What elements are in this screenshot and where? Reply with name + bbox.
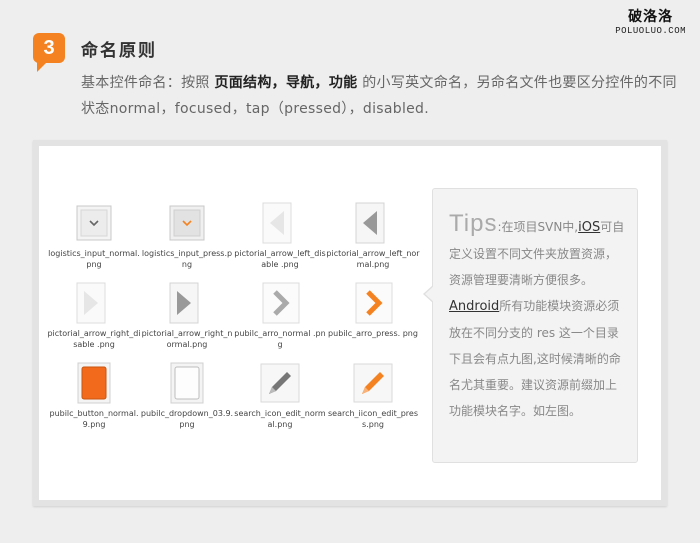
icon-caption: pictorial_arrow_left_disable .png bbox=[234, 249, 326, 269]
arrow-left-disabled-icon bbox=[262, 202, 292, 244]
icon-grid: logistics_input_normal.png logistics_inp… bbox=[47, 198, 425, 438]
pencil-orange-icon bbox=[353, 363, 393, 403]
dropdown-pressed-icon bbox=[169, 205, 205, 241]
arrow-right-normal-icon bbox=[169, 282, 199, 324]
section-number-badge: 3 bbox=[33, 33, 65, 72]
arrow-right-disabled-icon bbox=[76, 282, 106, 324]
tips-heading: Tips bbox=[449, 210, 498, 237]
arrow-left-normal-icon bbox=[355, 202, 385, 244]
android-link[interactable]: Android bbox=[449, 299, 499, 314]
desc-text-bold: 页面结构，导航，功能 bbox=[214, 75, 358, 91]
chevron-right-gray-icon bbox=[262, 282, 300, 324]
chevron-right-orange-icon bbox=[355, 282, 393, 324]
ios-link[interactable]: iOS bbox=[578, 220, 600, 235]
icon-caption: search_iicon_edit_press.png bbox=[327, 409, 419, 429]
icon-caption: pictorial_arrow_left_normal.png bbox=[326, 249, 420, 269]
icon-caption: pubilc_arro_press. png bbox=[328, 329, 418, 338]
watermark-cn: 破洛洛 bbox=[628, 9, 674, 25]
tips-text: Tips:在项目SVN中,iOS可自定义设置不同文件夹放置资源，资源管理要清晰方… bbox=[449, 211, 625, 424]
icon-caption: pubilc_arro_normal .png bbox=[234, 329, 326, 349]
dropdown-panel-icon bbox=[170, 362, 204, 404]
tips-callout: Tips:在项目SVN中,iOS可自定义设置不同文件夹放置资源，资源管理要清晰方… bbox=[423, 188, 638, 463]
icon-caption: logistics_input_press.png bbox=[141, 249, 233, 269]
section-description: 基本控件命名：按照 页面结构，导航，功能 的小写英文命名，另命名文件也要区分控件… bbox=[81, 70, 681, 122]
page: 破洛洛 POLUOLUO.COM 3 命名原则 基本控件命名：按照 页面结构，导… bbox=[0, 0, 700, 543]
pencil-gray-icon bbox=[260, 363, 300, 403]
watermark-logo: 破洛洛 POLUOLUO.COM bbox=[615, 6, 686, 36]
icon-caption: pubilc_dropdown_03.9.png bbox=[140, 409, 234, 429]
section-title: 命名原则 bbox=[81, 41, 157, 61]
watermark-en: POLUOLUO.COM bbox=[615, 26, 686, 36]
icon-caption: search_icon_edit_normal.png bbox=[234, 409, 326, 429]
icon-caption: pictorial_arrow_right_disable .png bbox=[47, 329, 141, 349]
icon-caption: pictorial_arrow_right_normal.png bbox=[141, 329, 233, 349]
desc-text-pre: 基本控件命名：按照 bbox=[81, 75, 215, 91]
tips-text-3: 所有功能模块资源必须放在不同分支的 res 这一个目录下且会有点九图,这时候清晰… bbox=[449, 299, 621, 418]
tips-text-1: 在项目SVN中, bbox=[501, 220, 579, 234]
orange-button-icon bbox=[77, 362, 111, 404]
icon-caption: pubilc_button_normal.9.png bbox=[49, 409, 139, 429]
icon-caption: logistics_input_normal.png bbox=[48, 249, 140, 269]
dropdown-normal-icon bbox=[76, 205, 112, 241]
